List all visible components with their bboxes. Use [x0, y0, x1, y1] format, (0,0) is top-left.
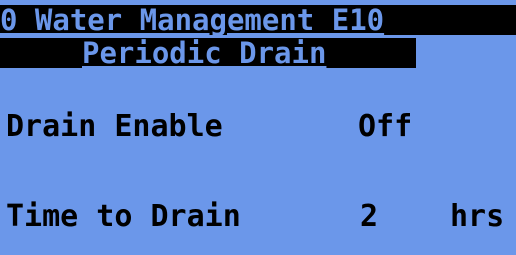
- lcd-screen: 0 Water Management E10 Periodic Drain Dr…: [0, 0, 516, 255]
- param-value[interactable]: 2: [360, 200, 378, 234]
- screen-subtitle: Periodic Drain: [82, 38, 327, 68]
- param-value[interactable]: Off: [358, 110, 412, 144]
- subtitle-bar: Periodic Drain: [0, 38, 416, 68]
- param-label: Time to Drain: [6, 199, 241, 234]
- param-unit: hrs: [450, 199, 505, 234]
- param-label: Drain Enable: [6, 109, 223, 144]
- title-bar: 0 Water Management E10: [0, 5, 516, 35]
- screen-title: 0 Water Management E10: [0, 5, 385, 35]
